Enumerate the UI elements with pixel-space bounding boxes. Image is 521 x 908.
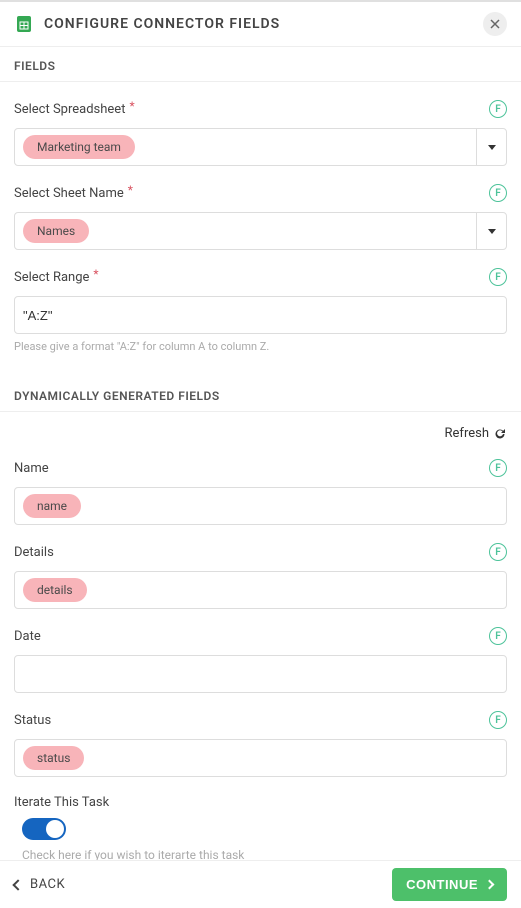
modal-header: CONFIGURE CONNECTOR FIELDS — [0, 2, 521, 47]
toggle-knob — [46, 820, 64, 838]
name-chip: name — [23, 494, 81, 518]
footer: BACK CONTINUE — [0, 860, 521, 908]
chevron-left-icon — [12, 879, 23, 890]
back-button[interactable]: BACK — [14, 877, 65, 892]
range-input-wrap — [14, 296, 507, 334]
sheet-chip: Names — [23, 219, 89, 243]
dynamic-section-title: DYNAMICALLY GENERATED FIELDS — [0, 371, 521, 412]
chevron-right-icon — [485, 880, 495, 890]
close-button[interactable] — [483, 12, 507, 36]
name-label: Name — [14, 461, 489, 476]
sheet-select[interactable]: Names — [14, 212, 507, 250]
f-badge[interactable]: F — [489, 543, 507, 561]
close-icon — [490, 19, 500, 29]
spreadsheet-select[interactable]: Marketing team — [14, 128, 507, 166]
back-label: BACK — [30, 877, 65, 892]
f-badge[interactable]: F — [489, 184, 507, 202]
spreadsheet-caret[interactable] — [476, 129, 506, 165]
iterate-toggle[interactable] — [22, 818, 66, 840]
details-chip: details — [23, 578, 87, 602]
f-badge[interactable]: F — [489, 268, 507, 286]
status-label: Status — [14, 713, 489, 728]
iterate-label: Iterate This Task — [14, 795, 507, 810]
f-badge[interactable]: F — [489, 459, 507, 477]
sheet-label: Select Sheet Name* — [14, 186, 489, 201]
caret-down-icon — [488, 229, 496, 234]
refresh-label: Refresh — [445, 426, 489, 441]
date-label: Date — [14, 629, 489, 644]
date-input[interactable] — [14, 655, 507, 693]
field-iterate: Iterate This Task Check here if you wish… — [14, 795, 507, 862]
field-details: Details F details — [14, 543, 507, 609]
range-hint: Please give a format "A:Z" for column A … — [14, 340, 507, 353]
field-name: Name F name — [14, 459, 507, 525]
status-input[interactable]: status — [14, 739, 507, 777]
f-badge[interactable]: F — [489, 100, 507, 118]
details-label: Details — [14, 545, 489, 560]
google-sheets-icon — [14, 14, 34, 34]
refresh-icon — [493, 427, 507, 441]
continue-label: CONTINUE — [406, 877, 478, 892]
f-badge[interactable]: F — [489, 627, 507, 645]
field-spreadsheet: Select Spreadsheet* F Marketing team — [14, 100, 507, 166]
sheet-caret[interactable] — [476, 213, 506, 249]
name-input[interactable]: name — [14, 487, 507, 525]
spreadsheet-label: Select Spreadsheet* — [14, 102, 489, 117]
caret-down-icon — [488, 145, 496, 150]
status-chip: status — [23, 746, 84, 770]
fields-section-title: FIELDS — [0, 47, 521, 82]
modal-title: CONFIGURE CONNECTOR FIELDS — [44, 16, 483, 32]
content-scroll[interactable]: Select Spreadsheet* F Marketing team Sel… — [0, 82, 521, 865]
details-input[interactable]: details — [14, 571, 507, 609]
field-sheet: Select Sheet Name* F Names — [14, 184, 507, 250]
continue-button[interactable]: CONTINUE — [392, 868, 507, 901]
spreadsheet-chip: Marketing team — [23, 135, 135, 159]
range-input[interactable] — [23, 308, 498, 323]
f-badge[interactable]: F — [489, 711, 507, 729]
field-range: Select Range* F Please give a format "A:… — [14, 268, 507, 353]
refresh-button[interactable]: Refresh — [14, 426, 507, 441]
range-label: Select Range* — [14, 270, 489, 285]
field-date: Date F — [14, 627, 507, 693]
field-status: Status F status — [14, 711, 507, 777]
